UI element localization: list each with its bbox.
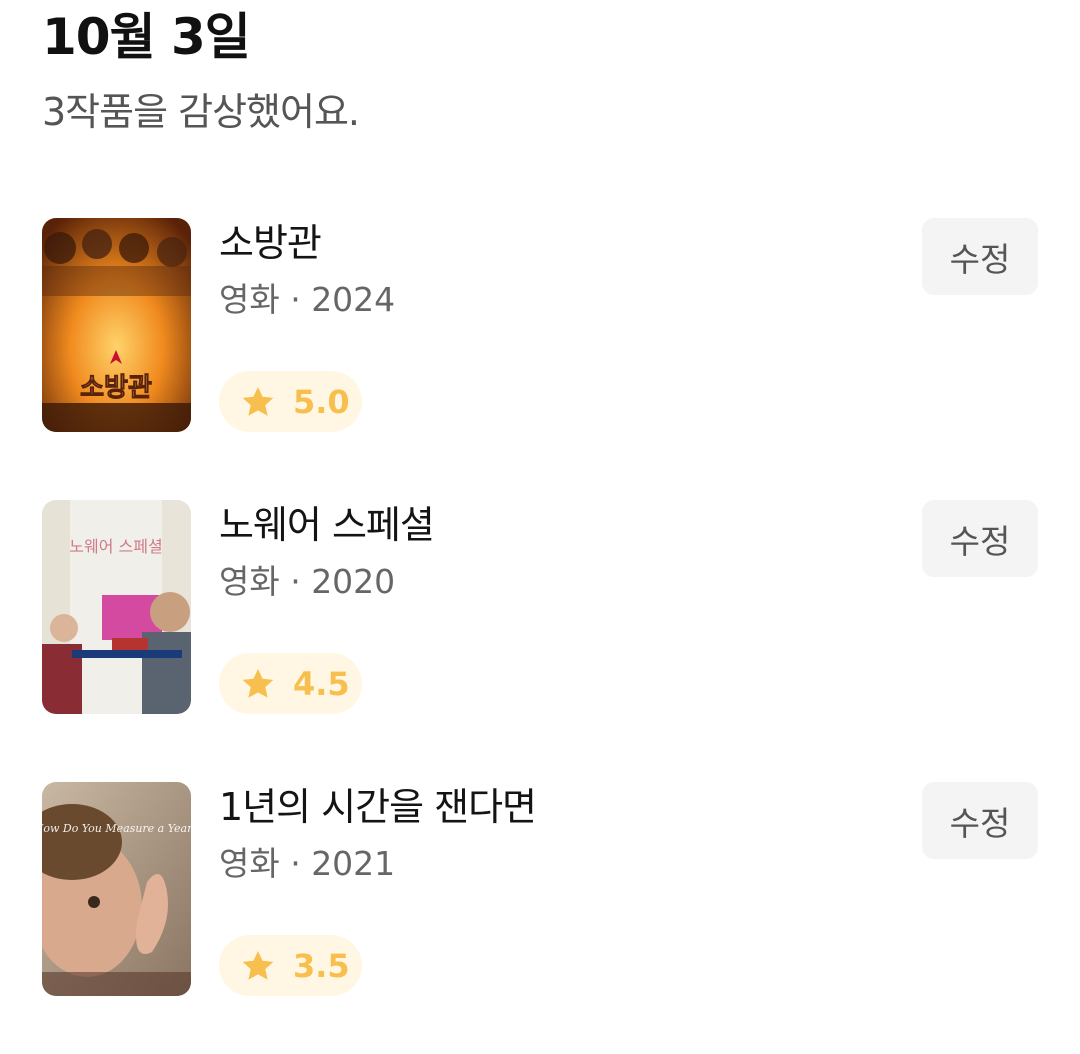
poster-title-text: 소방관: [80, 373, 152, 403]
item-title[interactable]: 노웨어 스페셜: [219, 500, 435, 550]
rating-badge: 4.5: [219, 653, 362, 714]
poster-nowhere-special: 노웨어 스페셜: [42, 500, 191, 714]
rating-score: 5.0: [293, 382, 350, 421]
star-icon: [242, 386, 274, 416]
poster-title-text: 노웨어 스페셜: [69, 537, 162, 556]
list-item[interactable]: 노웨어 스페셜 노웨어 스페셜 영화 · 2020 4.5 수정: [0, 500, 1080, 714]
item-title[interactable]: 소방관: [219, 218, 322, 268]
poster-image[interactable]: 노웨어 스페셜: [42, 500, 191, 714]
watch-history-day: 10월 3일 3작품을 감상했어요. 소방관 소방관 영화 · 2024 5.0…: [0, 0, 1080, 1054]
watch-summary: 3작품을 감상했어요.: [42, 90, 360, 134]
edit-button[interactable]: 수정: [922, 500, 1038, 577]
rating-score: 4.5: [293, 664, 350, 703]
item-title[interactable]: 1년의 시간을 잰다면: [219, 782, 537, 832]
poster-measure-a-year: How Do You Measure a Year?: [42, 782, 191, 996]
item-meta: 영화 · 2021: [219, 844, 396, 883]
poster-image[interactable]: 소방관: [42, 218, 191, 432]
star-icon: [242, 668, 274, 698]
rating-score: 3.5: [293, 946, 350, 985]
rating-badge: 5.0: [219, 371, 362, 432]
date-title: 10월 3일: [42, 8, 251, 66]
poster-image[interactable]: How Do You Measure a Year?: [42, 782, 191, 996]
rating-badge: 3.5: [219, 935, 362, 996]
list-item[interactable]: How Do You Measure a Year? 1년의 시간을 잰다면 영…: [0, 782, 1080, 996]
star-icon: [242, 950, 274, 980]
item-meta: 영화 · 2020: [219, 562, 396, 601]
edit-button[interactable]: 수정: [922, 218, 1038, 295]
poster-title-text: How Do You Measure a Year?: [42, 822, 191, 835]
list-item[interactable]: 소방관 소방관 영화 · 2024 5.0 수정: [0, 218, 1080, 432]
poster-firefighters: 소방관: [42, 218, 191, 432]
item-meta: 영화 · 2024: [219, 280, 396, 319]
edit-button[interactable]: 수정: [922, 782, 1038, 859]
